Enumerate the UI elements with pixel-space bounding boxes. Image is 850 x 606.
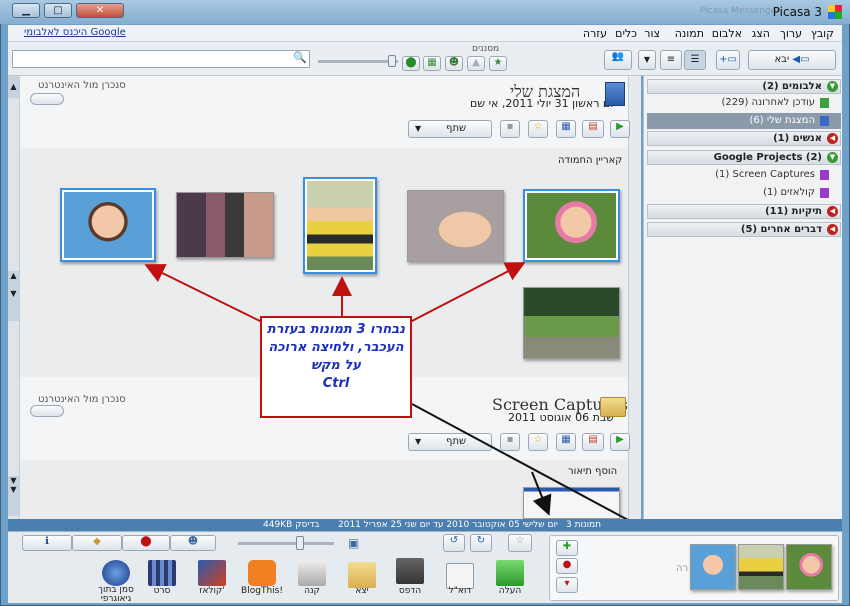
- rotate-left-icon[interactable]: ↺: [443, 534, 465, 552]
- status-count: 3 תמונות: [566, 520, 602, 530]
- email-label[interactable]: דוא"ל: [438, 586, 482, 596]
- tag-icon[interactable]: ◆: [72, 535, 122, 551]
- tray-menu-icon[interactable]: ▾: [556, 577, 578, 593]
- print-label[interactable]: הדפס: [388, 586, 432, 596]
- zoom-thumb[interactable]: [296, 536, 304, 550]
- hold-pin-icon[interactable]: ✚: [556, 540, 578, 556]
- blogger-label[interactable]: BlogThis!: [240, 586, 284, 596]
- shop-label[interactable]: קנה: [290, 586, 334, 596]
- tray-thumb-3[interactable]: [786, 544, 832, 590]
- arrow-to-capture: [531, 471, 552, 516]
- geotag-icon[interactable]: ⬤: [122, 535, 170, 551]
- people-icon[interactable]: ☻: [170, 535, 216, 551]
- tray-hint: רה: [676, 563, 689, 574]
- status-bar: 3 תמונות יום שלישי 05 אוקטובר 2010 עד יו…: [8, 519, 842, 531]
- collage-icon[interactable]: [198, 560, 226, 586]
- earth-label[interactable]: סמן בתוך גיאוגרפי: [94, 586, 138, 604]
- rotate-right-icon[interactable]: ↻: [470, 534, 492, 552]
- star-rate-icon[interactable]: ☆: [508, 534, 532, 552]
- upload-icon[interactable]: [496, 560, 524, 586]
- collage-label[interactable]: קולאז': [190, 586, 234, 596]
- annotation-callout: נבחרו 3 תמונות בעזרת העכבר, ולחיצה ארוכה…: [260, 316, 412, 418]
- status-size: 449KB בדיסק: [263, 520, 320, 530]
- arrow-to-photo-3: [409, 262, 526, 323]
- movie-icon[interactable]: [148, 560, 176, 586]
- earth-icon[interactable]: [102, 560, 130, 586]
- movie-label[interactable]: סרט: [140, 586, 184, 596]
- print-icon[interactable]: [396, 558, 424, 584]
- clear-tray-icon[interactable]: ●: [556, 558, 578, 574]
- upload-label[interactable]: העלה: [488, 586, 532, 596]
- export-label[interactable]: יצא: [340, 586, 384, 596]
- shop-icon[interactable]: [298, 560, 326, 586]
- tray-thumb-2[interactable]: [738, 544, 784, 590]
- annotation-arrows: [144, 262, 686, 551]
- zoom-icon[interactable]: ▣: [348, 536, 368, 550]
- zoom-slider[interactable]: [238, 536, 334, 550]
- export-icon[interactable]: [348, 562, 376, 588]
- status-dates: יום שלישי 05 אוקטובר 2010 עד יום שני 25 …: [338, 520, 558, 530]
- tray-thumb-1[interactable]: [690, 544, 736, 590]
- blogger-icon[interactable]: [248, 560, 276, 586]
- arrow-to-photo-1: [144, 264, 263, 323]
- info-icon[interactable]: ℹ: [22, 535, 72, 551]
